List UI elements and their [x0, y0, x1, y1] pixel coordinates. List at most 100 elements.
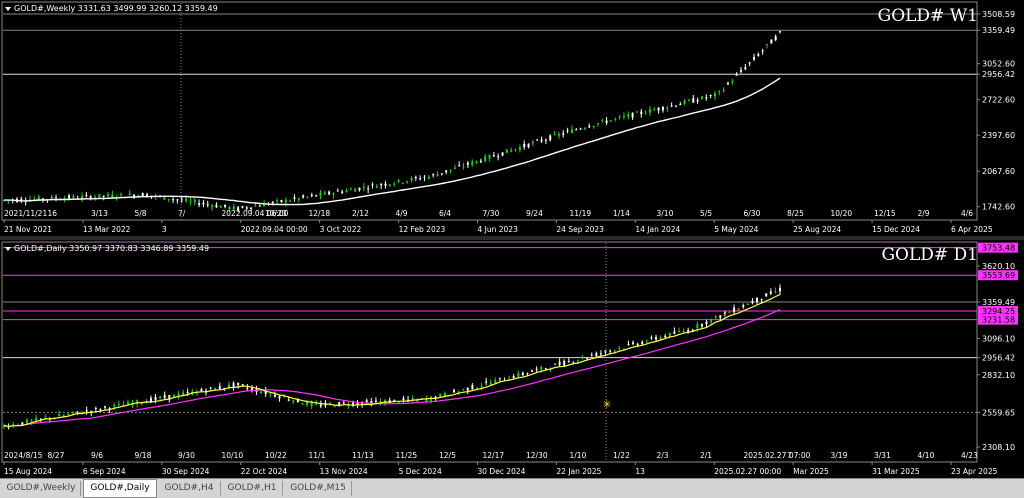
- time-axis-label: 30 Sep 2024: [162, 467, 210, 476]
- candle-body: [523, 143, 526, 148]
- candle-body: [746, 303, 749, 305]
- dropdown-arrow-icon[interactable]: [5, 6, 11, 11]
- candle-body: [677, 330, 680, 332]
- candle-body: [440, 173, 443, 175]
- candle-body: [374, 400, 377, 402]
- candle-body: [466, 387, 469, 391]
- candle-body: [713, 93, 716, 97]
- candle-body: [58, 414, 61, 417]
- candle-body: [576, 360, 579, 362]
- candle-body: [362, 186, 365, 188]
- candle-body: [246, 387, 249, 389]
- candle-body: [489, 382, 492, 385]
- candle-body: [439, 394, 442, 397]
- candle-body: [209, 387, 212, 389]
- candle-body: [512, 376, 515, 379]
- time-axis-label: 2025.02.27 00:00: [714, 467, 781, 476]
- daily-chart-canvas[interactable]: 3753.483620.103553.693359.493294.253231.…: [0, 240, 1024, 478]
- date-tick-label: 4/23: [961, 451, 978, 460]
- candle-body: [206, 204, 209, 206]
- candle-body: [579, 128, 582, 130]
- candle-body: [323, 192, 326, 195]
- candle-body: [419, 178, 422, 180]
- chart-tab-bar: GOLD#,Weekly GOLD#,Daily GOLD#,H4 GOLD#,…: [0, 478, 1024, 498]
- candle-body: [498, 377, 501, 379]
- candle-body: [458, 164, 461, 166]
- candle-body: [700, 96, 703, 99]
- candle-body: [635, 111, 638, 113]
- price-label: 2722.60: [982, 96, 1015, 105]
- time-axis-label: 13: [635, 467, 645, 476]
- tab-gold-weekly[interactable]: GOLD#,Weekly: [2, 481, 81, 496]
- candle-body: [696, 324, 699, 329]
- candle-body: [485, 381, 488, 383]
- candle-body: [521, 372, 524, 375]
- candle-body: [497, 156, 500, 158]
- tab-gold-daily[interactable]: GOLD#,Daily: [83, 479, 157, 498]
- candle-body: [154, 396, 157, 400]
- dropdown-arrow-icon[interactable]: [5, 246, 11, 251]
- time-axis-label: 31 Mar 2025: [872, 467, 920, 476]
- candle-body: [709, 94, 712, 96]
- candle-body: [241, 384, 244, 386]
- candle-body: [198, 203, 201, 206]
- candle-body: [94, 407, 97, 409]
- candle-body: [719, 315, 722, 318]
- candle-body: [39, 418, 42, 420]
- daily-chart-panel[interactable]: 3753.48 3620.10 3553.69 3359.49 3294.25 3231.…: [0, 240, 1024, 478]
- weekly-chart-panel[interactable]: 3508.59 3359.49 3052.60 2956.42 2722.60 2397.…: [0, 0, 1024, 237]
- candle-body: [94, 197, 97, 199]
- candle-body: [726, 82, 729, 85]
- candle-body: [622, 115, 625, 117]
- candle-body: [301, 403, 304, 405]
- candle-body: [21, 422, 24, 425]
- candle-body: [687, 99, 690, 101]
- candle-body: [655, 337, 658, 340]
- candle-body: [673, 331, 676, 334]
- candle-body: [742, 305, 745, 307]
- candle-body: [379, 401, 382, 403]
- date-tick-label: 2/9: [918, 209, 930, 218]
- candle-body: [273, 394, 276, 397]
- candle-body: [354, 189, 357, 192]
- candle-body: [72, 195, 75, 198]
- candle-body: [126, 402, 129, 405]
- date-tick-label: 9/30: [178, 451, 195, 460]
- date-tick-label: 11/25: [396, 451, 418, 460]
- time-axis-label: 3 Oct 2022: [320, 225, 362, 234]
- candle-body: [292, 400, 295, 403]
- candle-body: [644, 113, 647, 115]
- time-axis-label: 22 Jan 2025: [556, 467, 601, 476]
- candle-body: [111, 194, 114, 198]
- date-tick-label: 11/13: [352, 451, 374, 460]
- candle-body: [627, 343, 630, 345]
- candle-body: [193, 199, 196, 203]
- candle-body: [410, 178, 413, 181]
- daily-symbol-info: GOLD#,Daily 3350.97 3370.83 3346.89 3359…: [5, 244, 209, 253]
- date-tick-label: 8/25: [787, 209, 804, 218]
- tab-gold-h1[interactable]: GOLD#,H1: [222, 481, 283, 496]
- candle-body: [333, 406, 336, 408]
- candle-body: [449, 169, 452, 171]
- candle-body: [631, 112, 634, 118]
- tab-gold-h4[interactable]: GOLD#,H4: [158, 481, 221, 496]
- candle-body: [401, 182, 404, 184]
- date-tick-label: 10/23: [265, 209, 287, 218]
- candle-body: [211, 205, 214, 208]
- time-axis-label: 23 Apr 2025: [951, 467, 998, 476]
- weekly-chart-canvas[interactable]: 3508.59 3359.49 3052.602956.42 2722.60 2397.…: [0, 0, 1024, 236]
- candle-body: [427, 176, 430, 179]
- tab-gold-m15[interactable]: GOLD#,M15: [285, 481, 352, 496]
- candle-body: [536, 139, 539, 141]
- candle-body: [471, 385, 474, 390]
- time-axis-label: 3: [162, 225, 167, 234]
- date-tick-label: 2024/8/15: [4, 451, 43, 460]
- candle-body: [535, 368, 538, 370]
- candle-body: [666, 107, 669, 109]
- daily-timeframe-label: GOLD# D1: [881, 245, 978, 265]
- candle-body: [679, 104, 682, 106]
- candle-body: [402, 398, 405, 400]
- date-tick-label: 2021/11/21: [4, 209, 47, 218]
- time-axis-label: 25 Aug 2024: [793, 225, 841, 234]
- time-axis-label: 15 Aug 2024: [4, 467, 52, 476]
